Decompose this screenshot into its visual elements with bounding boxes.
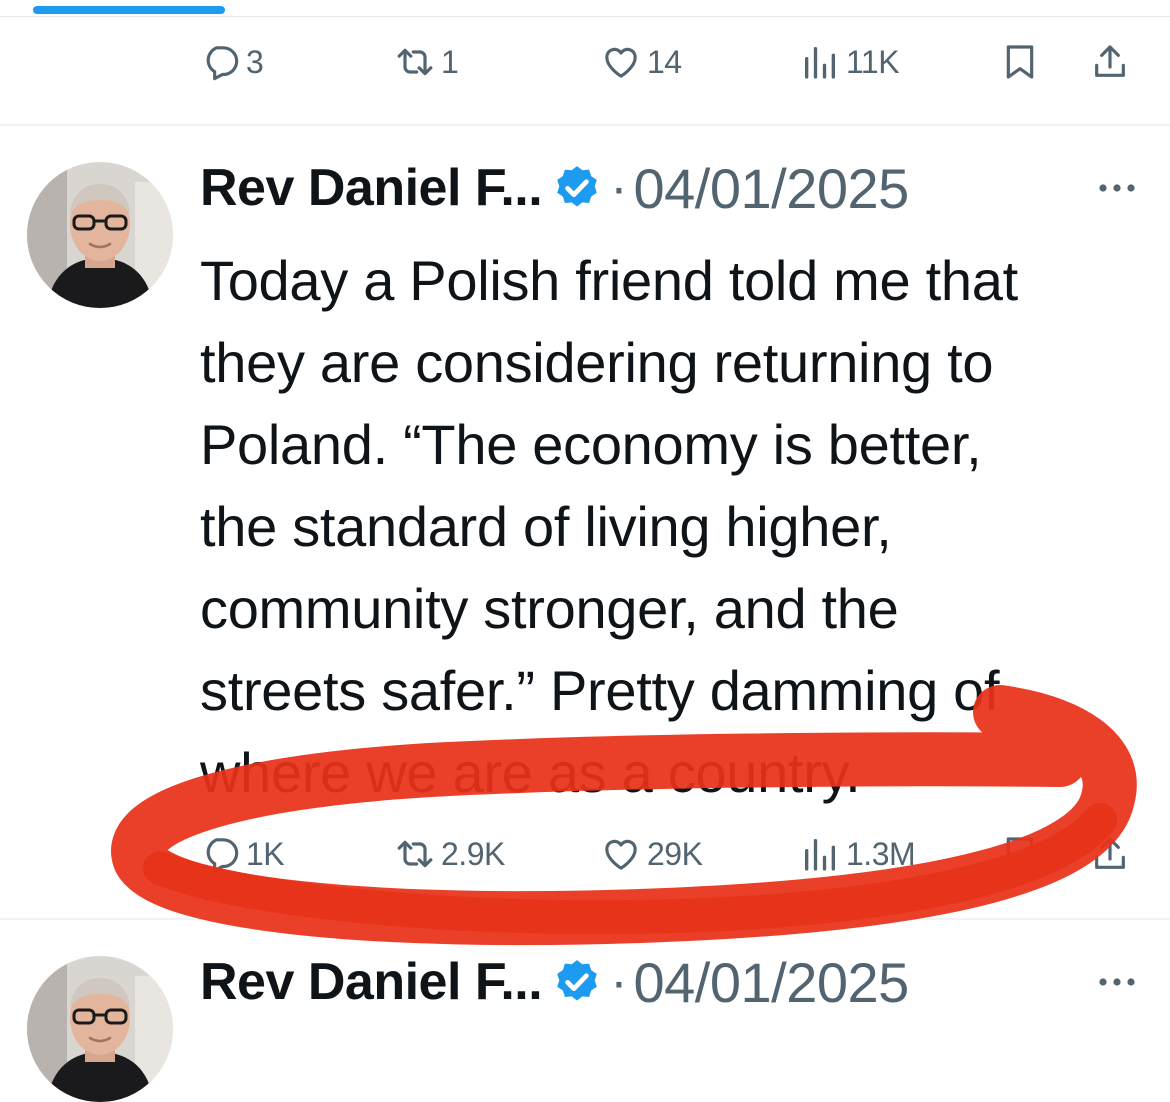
repost-button[interactable]: 2.9K: [393, 824, 505, 884]
reply-button[interactable]: 1K: [198, 824, 285, 884]
reply-count: 1K: [246, 835, 285, 872]
tab-indicator: [33, 6, 225, 14]
separator-dot: ·: [610, 159, 628, 217]
share-icon: [1086, 40, 1134, 84]
tweet-text-line: Poland. “The economy is better,: [200, 413, 982, 476]
views-button[interactable]: 11K: [798, 32, 900, 92]
tweet-date[interactable]: 04/01/2025: [634, 950, 910, 1015]
tweet-date[interactable]: 04/01/2025: [634, 156, 910, 221]
bookmark-button[interactable]: [996, 32, 1044, 92]
tweet-text-line: community stronger, and the: [200, 577, 899, 640]
avatar[interactable]: [27, 162, 173, 308]
repost-icon: [393, 40, 437, 84]
bookmark-icon: [996, 40, 1044, 84]
repost-count: 1: [441, 43, 459, 80]
verified-badge-icon[interactable]: [552, 957, 602, 1007]
verified-badge-icon[interactable]: [552, 163, 602, 213]
reply-icon: [198, 40, 242, 84]
views-count: 1.3M: [846, 835, 916, 872]
more-options-icon[interactable]: [1096, 173, 1138, 203]
author-name[interactable]: Rev Daniel F...: [200, 158, 543, 218]
like-icon: [599, 832, 643, 876]
like-button[interactable]: 29K: [599, 824, 703, 884]
top-tweet-action-bar: 3 1 14 11K: [0, 32, 1170, 92]
tweet-header: Rev Daniel F... · 04/01/2025: [200, 156, 1150, 220]
tweet-text: Today a Polish friend told me that they …: [200, 240, 1160, 814]
tweet-divider: [0, 124, 1170, 126]
repost-button[interactable]: 1: [393, 32, 459, 92]
tweet-text-line: where we are as a country.: [200, 741, 861, 804]
views-icon: [798, 40, 842, 84]
reply-button[interactable]: 3: [198, 32, 264, 92]
views-count: 11K: [846, 43, 900, 80]
share-button[interactable]: [1086, 32, 1134, 92]
tweet-text-line: they are considering returning to: [200, 331, 994, 394]
more-options-icon[interactable]: [1096, 967, 1138, 997]
like-button[interactable]: 14: [599, 32, 682, 92]
tweet-text-line: Today a Polish friend told me that: [200, 249, 1018, 312]
reply-icon: [198, 832, 242, 876]
author-name[interactable]: Rev Daniel F...: [200, 952, 543, 1012]
like-count: 29K: [647, 835, 703, 872]
views-icon: [798, 832, 842, 876]
views-button[interactable]: 1.3M: [798, 824, 916, 884]
top-divider: [0, 16, 1170, 17]
repost-count: 2.9K: [441, 835, 505, 872]
tweet-text-line: streets safer.” Pretty damming of: [200, 659, 1000, 722]
tweet-text-line: the standard of living higher,: [200, 495, 892, 558]
reply-count: 3: [246, 43, 264, 80]
share-icon: [1086, 832, 1134, 876]
repost-icon: [393, 832, 437, 876]
bookmark-icon: [996, 832, 1044, 876]
separator-dot: ·: [610, 953, 628, 1011]
tweet-divider: [0, 918, 1170, 920]
bookmark-button[interactable]: [996, 824, 1044, 884]
main-tweet-action-bar: 1K 2.9K 29K 1.3M: [0, 824, 1170, 884]
tweet-header: Rev Daniel F... · 04/01/2025: [200, 950, 1150, 1014]
share-button[interactable]: [1086, 824, 1134, 884]
like-count: 14: [647, 43, 682, 80]
like-icon: [599, 40, 643, 84]
avatar[interactable]: [27, 956, 173, 1102]
